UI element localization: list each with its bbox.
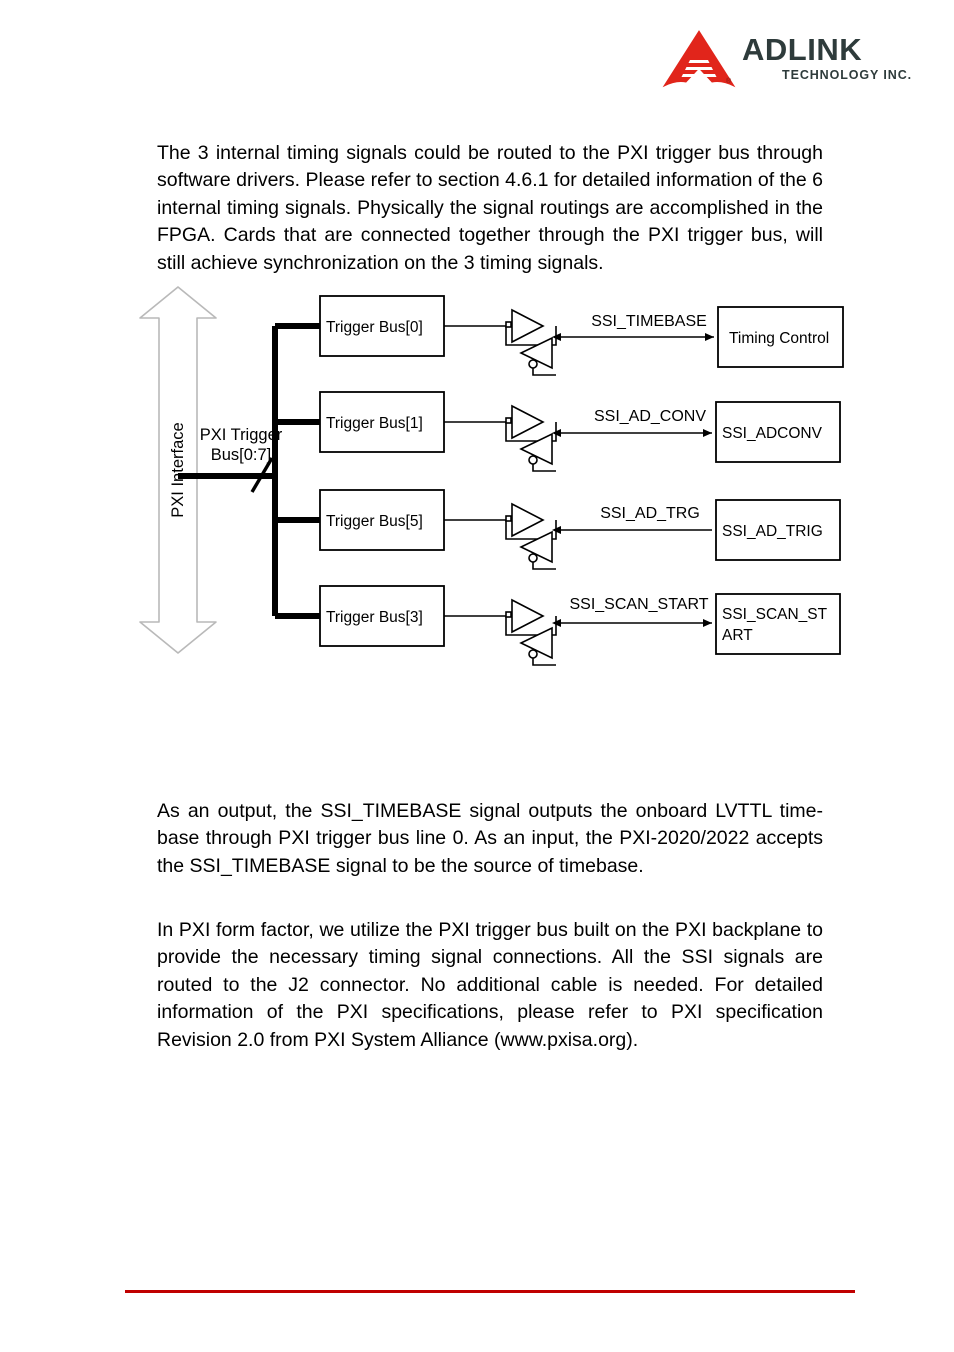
tristate-buffer-pair-icon <box>505 404 557 472</box>
pxi-interface-label: PXI Interface <box>169 422 187 517</box>
paragraph-output: As an output, the SSI_TIMEBASE signal ou… <box>157 799 823 877</box>
bus-label-line2: Bus[0:7] <box>211 446 272 464</box>
destination-box-label: Timing Control <box>729 330 829 347</box>
brand-name: ADLINK <box>742 32 863 67</box>
registered-trademark-mark: ® <box>726 78 732 85</box>
footer-divider <box>125 1290 855 1293</box>
trigger-bus-box-label: Trigger Bus[5] <box>326 513 423 530</box>
signal-label: SSI_TIMEBASE <box>591 313 707 330</box>
tristate-buffer-pair-icon <box>505 502 557 570</box>
paragraph-intro: The 3 internal timing signals could be r… <box>157 141 823 274</box>
diagram-row-4: Trigger Bus[3] SSI_SCAN_START SSI_SCAN_S… <box>319 585 841 666</box>
trigger-bus-box-label: Trigger Bus[0] <box>326 319 423 336</box>
destination-box <box>715 593 841 655</box>
trigger-bus-box-label: Trigger Bus[3] <box>326 609 423 626</box>
destination-box-label-line2: ART <box>722 627 753 644</box>
brand-wordmark: ADLINK TECHNOLOGY INC. <box>742 34 912 82</box>
destination-box-label: SSI_ADCONV <box>722 425 823 442</box>
signal-label: SSI_AD_CONV <box>594 408 706 425</box>
bus-width-slash-icon <box>250 457 274 493</box>
signal-label: SSI_SCAN_START <box>569 596 708 613</box>
trigger-bus-box-label: Trigger Bus[1] <box>326 415 423 432</box>
trigger-bus-box <box>319 489 445 551</box>
destination-box <box>717 306 844 368</box>
trigger-bus-box <box>319 391 445 453</box>
bus-label-line1: PXI Trigger <box>200 426 283 444</box>
diagram-row-2: Trigger Bus[1] SSI_AD_CONV SSI_ADCONV <box>319 391 841 472</box>
tristate-buffer-pair-icon <box>505 598 557 666</box>
adlink-triangle-logo-icon <box>662 30 736 88</box>
paragraph-form-factor: In PXI form factor, we utilize the PXI t… <box>157 918 823 1051</box>
trigger-bus-box <box>319 585 445 647</box>
pxi-trigger-bus-trunk <box>178 323 320 619</box>
page-header: ® ADLINK TECHNOLOGY INC. <box>662 28 912 90</box>
diagram-row-1: Trigger Bus[0] SSI_TIMEBASE Timing Contr… <box>319 295 844 376</box>
pxi-interface-block-arrow <box>139 286 217 654</box>
destination-box <box>715 401 841 463</box>
destination-box-label-line1: SSI_SCAN_ST <box>722 606 828 623</box>
trigger-bus-box <box>319 295 445 357</box>
diagram-row-3: Trigger Bus[5] SSI_AD_TRG SSI_AD_TRIG <box>319 489 841 570</box>
signal-label: SSI_AD_TRG <box>600 505 700 522</box>
destination-box-label: SSI_AD_TRIG <box>722 523 823 540</box>
destination-box <box>715 499 841 561</box>
brand-tagline: TECHNOLOGY INC. <box>782 68 912 82</box>
tristate-buffer-pair-icon <box>505 308 557 376</box>
